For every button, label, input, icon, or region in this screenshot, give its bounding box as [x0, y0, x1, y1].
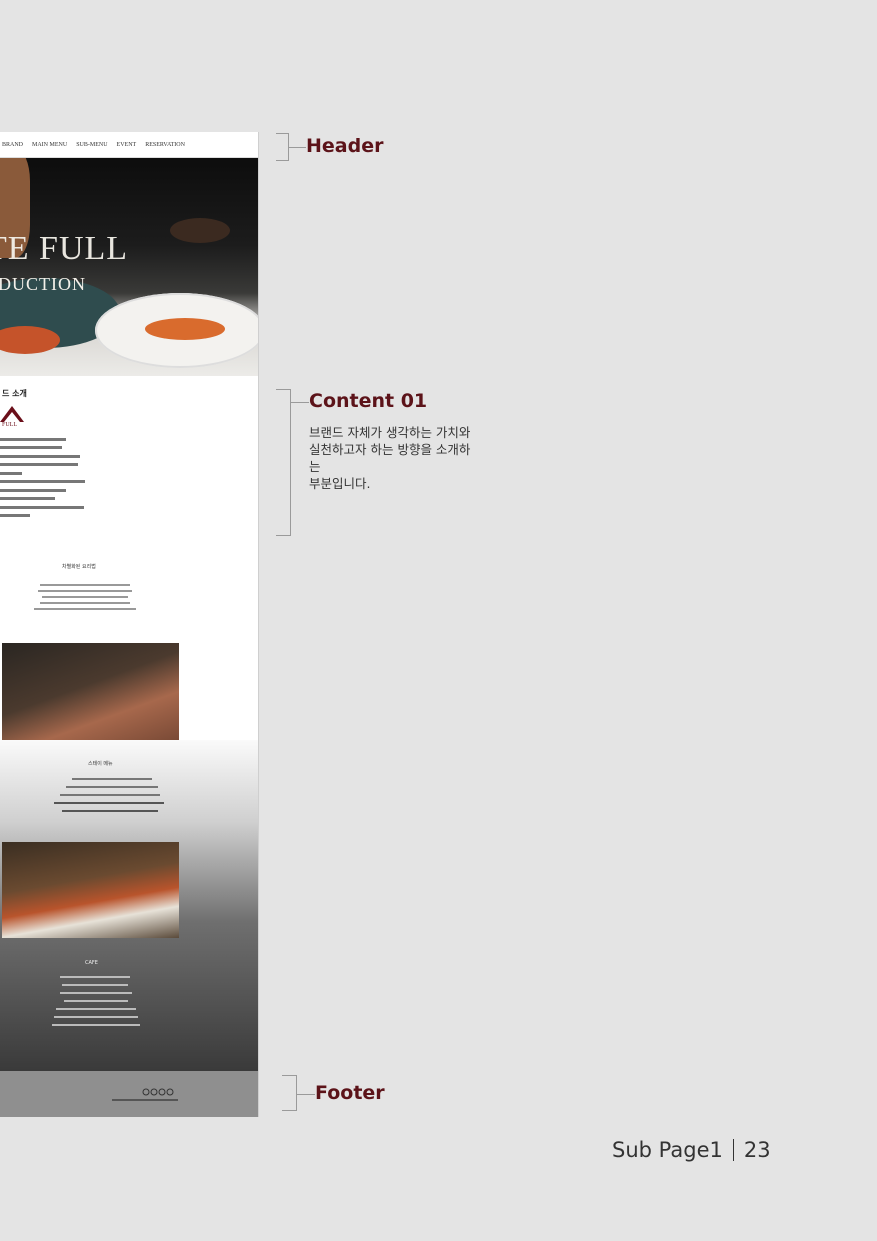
mockup-nav-bar: BRAND MAIN MENU SUB-MENU EVENT RESERVATI… [0, 132, 258, 158]
mockup-menu-section: 차별화된 요리법 스테이 메뉴 CAFE [0, 546, 258, 1071]
mockup-card3-title: CAFE [85, 960, 98, 966]
mockup-content-section: 드 소개 FULL [0, 376, 258, 546]
website-mockup: BRAND MAIN MENU SUB-MENU EVENT RESERVATI… [0, 132, 259, 1117]
footer-bracket [282, 1075, 297, 1111]
mockup-hero-subtitle: DUCTION [0, 274, 86, 294]
mockup-content-title: 드 소개 [2, 389, 27, 398]
mockup-logo-text: FULL [2, 422, 17, 428]
mockup-meat-photo [2, 643, 179, 740]
page-separator [732, 1139, 734, 1161]
mockup-nav-brand: BRAND [2, 141, 24, 148]
mockup-nav-event: EVENT [116, 141, 137, 148]
page-number: Sub Page1 23 [612, 1138, 771, 1162]
mockup-nav-reservation: RESERVATION [145, 141, 185, 148]
content-description: 브랜드 자체가 생각하는 가치와 실천하고자 하는 방향을 소개하 는 부분입니… [309, 425, 471, 491]
page-number-value: 23 [743, 1138, 771, 1162]
mockup-hero-image: TE FULL DUCTION [0, 158, 258, 376]
mockup-nav-sub-menu: SUB-MENU [76, 141, 108, 148]
content-bracket [276, 389, 291, 536]
mockup-hero-title: TE FULL [0, 230, 129, 267]
content-label: Content 01 [309, 390, 428, 412]
mockup-card1-title: 차별화된 요리법 [62, 564, 96, 570]
mockup-steak-photo [2, 842, 179, 938]
mockup-nav-main-menu: MAIN MENU [32, 141, 68, 148]
mockup-footer [0, 1071, 258, 1117]
header-label: Header [306, 135, 384, 157]
page-title: Sub Page1 [612, 1138, 723, 1162]
mockup-social-icons [142, 1088, 174, 1096]
mockup-card2-title: 스테이 메뉴 [88, 761, 113, 767]
footer-label: Footer [315, 1082, 385, 1104]
